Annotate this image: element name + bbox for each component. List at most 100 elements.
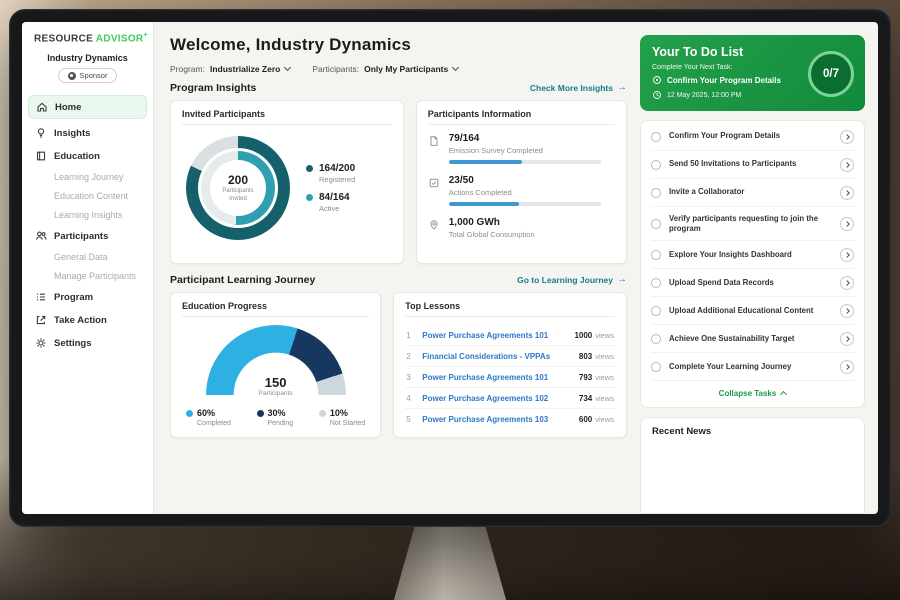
sidebar-item-label: General Data [54,252,108,262]
chevron-right-icon[interactable] [840,217,854,231]
program-filter-dropdown[interactable]: Industrialize Zero [210,64,290,74]
todo-hero-card[interactable]: Your To Do List Complete Your Next Task:… [640,35,865,111]
sidebar-item-learning-insights[interactable]: Learning Insights [22,206,153,224]
completed-bullet-icon [186,410,193,417]
task-row-verify-participants[interactable]: Verify participants requesting to join t… [651,207,854,241]
link-label: Check More Insights [530,83,613,93]
lesson-views-label: views [595,373,614,382]
task-checkbox[interactable] [651,334,661,344]
sidebar-item-label: Insights [54,128,90,139]
participants-filter-label: Participants: [312,64,359,74]
legend-item-not-started: 10% Not Started [319,408,365,427]
task-checkbox[interactable] [651,250,661,260]
chevron-right-icon[interactable] [840,186,854,200]
go-to-learning-journey-link[interactable]: Go to Learning Journey → [517,275,627,285]
legend-value: 84/164 [319,192,350,203]
program-filter-value: Industrialize Zero [210,64,280,74]
sidebar-item-label: Home [55,102,81,113]
education-gauge-wrap: 150 Participants [206,325,346,397]
check-more-insights-link[interactable]: Check More Insights → [530,83,627,93]
lesson-link[interactable]: Power Purchase Agreements 102 [422,394,571,403]
task-row-achieve-target[interactable]: Achieve One Sustainability Target [651,325,854,353]
main-content: Welcome, Industry Dynamics Program: Indu… [154,22,640,514]
lesson-link[interactable]: Power Purchase Agreements 101 [422,331,566,340]
task-row-confirm-program[interactable]: Confirm Your Program Details [651,123,854,151]
lesson-rank: 4 [406,394,414,403]
sponsor-badge-label: Sponsor [80,71,108,80]
chevron-right-icon[interactable] [840,248,854,262]
lesson-views: 793 [579,373,592,382]
link-label: Go to Learning Journey [517,275,613,285]
sidebar-item-label: Learning Insights [54,210,123,220]
task-label: Invite a Collaborator [669,187,832,197]
task-label: Upload Spend Data Records [669,278,832,288]
sidebar-item-education-content[interactable]: Education Content [22,187,153,205]
chevron-right-icon[interactable] [840,158,854,172]
chevron-down-icon [284,64,291,71]
sidebar-item-learning-journey[interactable]: Learning Journey [22,168,153,186]
chevron-right-icon[interactable] [840,304,854,318]
lesson-link[interactable]: Power Purchase Agreements 103 [422,415,571,424]
legend-value: 60% [197,408,215,418]
info-row-actions: 23/50 Actions Completed [428,175,615,206]
sidebar-item-general-data[interactable]: General Data [22,248,153,266]
education-legend: 60% Completed 30% Pending [182,408,369,429]
recent-news-title: Recent News [652,426,853,437]
sidebar-item-participants[interactable]: Participants [22,225,153,247]
location-pin-icon [428,219,440,231]
legend-label: Pending [268,420,294,427]
sidebar-nav: Home Insights Education [22,95,153,354]
participants-filter-dropdown[interactable]: Only My Participants [364,64,458,74]
survey-progress-bar [449,160,601,164]
sidebar-item-home[interactable]: Home [28,95,147,119]
monitor-bezel: RESOURCE ADVISOR+ Industry Dynamics Spon… [9,9,891,527]
task-row-send-invitations[interactable]: Send 50 Invitations to Participants [651,151,854,179]
invited-participants-card: Invited Participants 200 Participants In… [170,100,404,264]
sidebar-item-label: Program [54,292,93,303]
sidebar-item-manage-participants[interactable]: Manage Participants [22,267,153,285]
lesson-views-label: views [595,352,614,361]
lesson-link[interactable]: Power Purchase Agreements 101 [422,373,571,382]
lesson-row: 1 Power Purchase Agreements 101 1000view… [405,325,615,346]
sponsor-badge[interactable]: Sponsor [58,68,118,83]
task-checkbox[interactable] [651,188,661,198]
task-row-explore-insights[interactable]: Explore Your Insights Dashboard [651,241,854,269]
app-logo[interactable]: RESOURCE ADVISOR+ [22,32,153,50]
lesson-views-label: views [595,415,614,424]
lesson-rank: 5 [406,415,414,424]
sidebar-item-program[interactable]: Program [22,286,153,308]
collapse-tasks-button[interactable]: Collapse Tasks [651,381,854,402]
chevron-right-icon[interactable] [840,130,854,144]
top-lessons-card: Top Lessons 1 Power Purchase Agreements … [393,292,627,438]
tasks-card: Confirm Your Program Details Send 50 Inv… [640,120,865,408]
legend-item-active: 84/164 Active [306,192,355,213]
task-row-upload-educational-content[interactable]: Upload Additional Educational Content [651,297,854,325]
sidebar-item-settings[interactable]: Settings [22,332,153,354]
sidebar-item-label: Learning Journey [54,172,124,182]
sidebar-item-label: Education Content [54,191,128,201]
participants-information-card: Participants Information 79/164 Emission… [416,100,627,264]
sidebar-item-insights[interactable]: Insights [22,122,153,144]
todo-progress-badge: 0/7 [808,51,854,97]
legend-value: 164/200 [319,163,355,174]
task-row-invite-collaborator[interactable]: Invite a Collaborator [651,179,854,207]
section-title: Program Insights [170,82,256,94]
task-checkbox[interactable] [651,132,661,142]
legend-label: Active [319,204,350,213]
task-row-upload-spend-data[interactable]: Upload Spend Data Records [651,269,854,297]
sidebar-item-education[interactable]: Education [22,145,153,167]
task-checkbox[interactable] [651,362,661,372]
chevron-right-icon[interactable] [840,332,854,346]
participants-filter: Participants: Only My Participants [312,64,458,74]
task-checkbox[interactable] [651,160,661,170]
chevron-right-icon[interactable] [840,276,854,290]
lesson-link[interactable]: Financial Considerations - VPPAs [422,352,571,361]
task-label: Upload Additional Educational Content [669,306,832,316]
task-checkbox[interactable] [651,219,661,229]
task-label: Explore Your Insights Dashboard [669,250,832,260]
task-checkbox[interactable] [651,306,661,316]
task-checkbox[interactable] [651,278,661,288]
task-row-complete-learning-journey[interactable]: Complete Your Learning Journey [651,353,854,381]
chevron-right-icon[interactable] [840,360,854,374]
sidebar-item-take-action[interactable]: Take Action [22,309,153,331]
